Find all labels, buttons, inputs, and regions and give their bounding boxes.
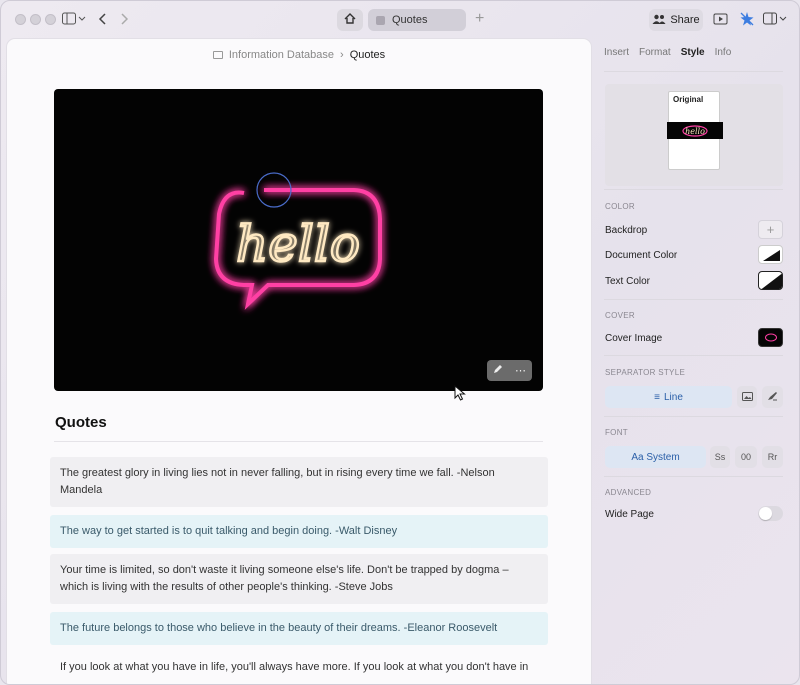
minimize-window-button[interactable]: [30, 14, 41, 25]
forward-icon[interactable]: [120, 12, 130, 29]
document-area: Information Database › Quotes hello ⋯ Qu…: [7, 39, 591, 684]
svg-text:hello: hello: [685, 127, 705, 136]
section-label-separator: SEPARATOR STYLE: [605, 368, 686, 377]
sidebar-toggle-icon[interactable]: [62, 12, 86, 29]
title-separator: [54, 441, 543, 442]
quote-block[interactable]: The greatest glory in living lies not in…: [50, 457, 548, 507]
share-label: Share: [670, 14, 700, 26]
tab-info[interactable]: Info: [715, 47, 732, 58]
separator-line-option[interactable]: ≡ Line: [605, 386, 732, 408]
divider: [604, 71, 783, 72]
section-label-advanced: ADVANCED: [605, 488, 652, 497]
divider: [604, 476, 783, 477]
section-label-color: COLOR: [605, 202, 635, 211]
tab-format[interactable]: Format: [639, 47, 671, 58]
quote-block[interactable]: Your time is limited, so don't waste it …: [50, 554, 548, 604]
style-preview[interactable]: Original hello: [605, 84, 783, 186]
brush-icon: [767, 391, 778, 403]
preview-cover-thumbnail: hello: [667, 122, 723, 139]
inspector-sidebar: Insert Format Style Info Original hello …: [591, 39, 799, 684]
cover-tools: ⋯: [487, 360, 532, 381]
edit-pencil-icon[interactable]: [493, 364, 503, 377]
divider: [604, 189, 783, 190]
divider: [604, 355, 783, 356]
section-label-font: FONT: [605, 428, 628, 437]
neon-hello-sign: hello: [213, 172, 382, 310]
font-serif-option[interactable]: Ss: [710, 446, 730, 468]
separator-line-label: Line: [663, 391, 683, 403]
cover-image-thumbnail[interactable]: [758, 328, 783, 347]
font-rounded-option[interactable]: Rr: [762, 446, 783, 468]
wide-page-label: Wide Page: [605, 509, 654, 520]
tab-label: Quotes: [392, 14, 428, 26]
add-backdrop-button[interactable]: +: [758, 220, 783, 239]
mouse-pointer-icon: [454, 384, 466, 404]
titlebar: Quotes + Share: [1, 1, 799, 39]
document-color-label: Document Color: [605, 250, 678, 261]
wide-page-toggle[interactable]: [758, 506, 783, 521]
breadcrumb: Information Database › Quotes: [7, 49, 591, 61]
cover-image-label: Cover Image: [605, 333, 663, 344]
image-icon: [741, 391, 753, 403]
folder-icon: [212, 51, 223, 59]
zoom-window-button[interactable]: [45, 14, 56, 25]
text-color-swatch[interactable]: [758, 271, 783, 290]
inspector-tabs: Insert Format Style Info: [604, 47, 731, 58]
quote-block[interactable]: The future belongs to those who believe …: [50, 612, 548, 645]
style-preview-label: Original: [673, 95, 704, 104]
lines-icon: ≡: [654, 391, 660, 403]
chevron-right-icon: ›: [340, 49, 344, 61]
document-color-swatch[interactable]: [758, 245, 783, 264]
toggle-knob: [759, 507, 772, 520]
new-tab-icon[interactable]: +: [475, 10, 484, 28]
tab-insert[interactable]: Insert: [604, 47, 629, 58]
tab-quotes[interactable]: Quotes: [368, 9, 466, 31]
more-options-icon[interactable]: ⋯: [515, 364, 526, 377]
font-system-option[interactable]: Aa System: [605, 446, 706, 468]
quote-block[interactable]: If you look at what you have in life, yo…: [50, 651, 548, 684]
share-button[interactable]: Share: [649, 9, 703, 31]
close-window-button[interactable]: [15, 14, 26, 25]
divider: [604, 299, 783, 300]
separator-custom-option[interactable]: [762, 386, 783, 408]
backdrop-label: Backdrop: [605, 225, 648, 236]
breadcrumb-current: Quotes: [349, 49, 386, 61]
app-window: Quotes + Share Information Database › Qu…: [0, 0, 800, 685]
separator-image-option[interactable]: [737, 386, 757, 408]
people-icon: [652, 14, 666, 27]
breadcrumb-root[interactable]: Information Database: [229, 49, 334, 61]
tab-style[interactable]: Style: [681, 47, 705, 58]
divider: [604, 416, 783, 417]
style-preview-page: Original hello: [667, 91, 723, 170]
inspector-toggle-icon[interactable]: [763, 12, 787, 29]
page-title[interactable]: Quotes: [55, 414, 107, 431]
cover-text: hello: [236, 215, 360, 273]
font-mono-option[interactable]: 00: [735, 446, 757, 468]
section-label-cover: COVER: [605, 311, 635, 320]
home-icon: [344, 13, 356, 27]
focus-mode-icon[interactable]: [739, 11, 755, 30]
home-tab[interactable]: [337, 9, 363, 31]
present-icon[interactable]: [713, 12, 728, 29]
document-icon: [376, 15, 385, 25]
text-color-label: Text Color: [605, 276, 651, 287]
quote-block[interactable]: The way to get started is to quit talkin…: [50, 515, 548, 548]
cover-image[interactable]: hello ⋯: [54, 89, 543, 391]
back-icon[interactable]: [97, 12, 107, 29]
